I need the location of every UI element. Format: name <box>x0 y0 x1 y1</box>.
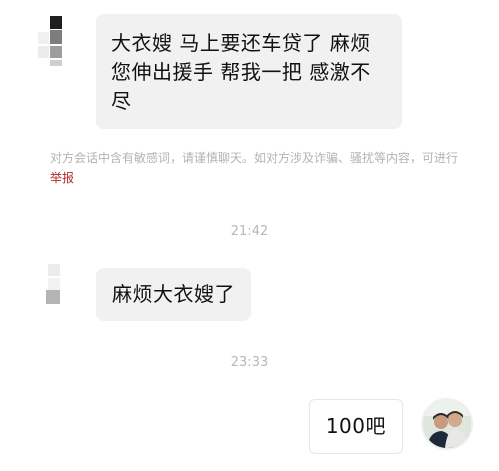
notice-text: 对方会话中含有敏感词，请谨慎聊天。如对方涉及诈骗、骚扰等内容，可进行 <box>50 151 459 165</box>
message-text: 大衣嫂 马上要还车贷了 麻烦您伸出援手 帮我一把 感激不尽 <box>111 31 371 113</box>
user-photo-icon <box>423 400 471 448</box>
timestamp: 21:42 <box>230 224 269 239</box>
message-text: 100吧 <box>325 414 386 438</box>
message-text: 麻烦大衣嫂了 <box>112 282 235 306</box>
incoming-message-bubble[interactable]: 大衣嫂 马上要还车贷了 麻烦您伸出援手 帮我一把 感激不尽 <box>96 14 402 129</box>
timestamp: 23:33 <box>230 355 269 370</box>
sender-avatar[interactable] <box>36 14 72 66</box>
user-avatar[interactable] <box>421 398 473 450</box>
incoming-message-bubble[interactable]: 麻烦大衣嫂了 <box>96 268 251 321</box>
outgoing-message-bubble[interactable]: 100吧 <box>308 399 403 454</box>
report-link[interactable]: 举报 <box>50 171 74 185</box>
security-notice: 对方会话中含有敏感词，请谨慎聊天。如对方涉及诈骗、骚扰等内容，可进行举报 <box>50 148 470 188</box>
sender-avatar[interactable] <box>38 262 72 310</box>
